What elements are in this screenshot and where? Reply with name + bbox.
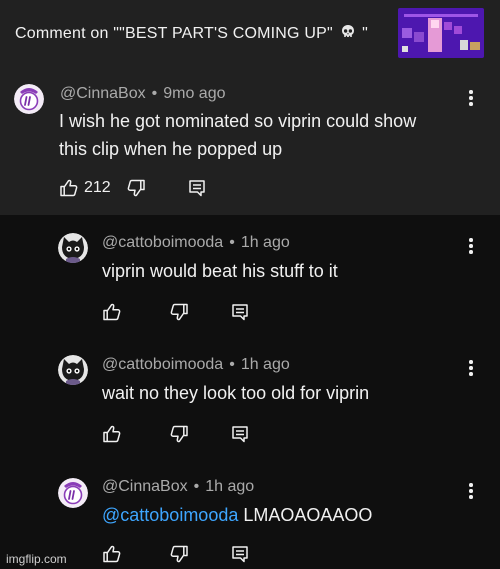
comment-time[interactable]: 1h ago	[241, 356, 290, 373]
comment-actions	[102, 424, 252, 446]
comment-text: @cattoboimooda LMAOAOAAOO	[102, 501, 372, 529]
reply-icon[interactable]	[230, 544, 250, 564]
comment-line: wait no they look too old for viprin	[102, 383, 370, 403]
comment-line: LMAOAOAAOO	[238, 505, 373, 525]
title-text: Comment on ""BEST PART'S COMING UP"	[15, 25, 333, 42]
author-name[interactable]: @cattoboimooda	[102, 356, 223, 373]
separator-dot: •	[151, 85, 158, 102]
separator-dot: •	[193, 478, 200, 495]
comment-meta: @cattoboimooda • 1h ago	[102, 356, 290, 374]
avatar[interactable]	[58, 478, 88, 508]
comment-meta: @cattoboimooda • 1h ago	[102, 234, 290, 252]
comment-text: I wish he got nominated so viprin could …	[59, 107, 416, 163]
page-title: Comment on ""BEST PART'S COMING UP" "	[15, 24, 368, 43]
thumbs-up-icon[interactable]	[102, 424, 122, 444]
separator-dot: •	[229, 234, 235, 251]
comment-actions: 212	[59, 178, 219, 200]
comment-actions	[102, 302, 252, 324]
thumbnail-image	[398, 8, 484, 58]
comment-line: I wish he got nominated so viprin could …	[59, 111, 417, 131]
thumbs-down-icon[interactable]	[126, 178, 146, 198]
reply-icon[interactable]	[230, 302, 250, 322]
reply-icon[interactable]	[187, 178, 207, 198]
cinnabox-avatar-icon	[58, 478, 88, 508]
user-mention-link[interactable]: @cattoboimooda	[102, 505, 238, 525]
author-name[interactable]: @CinnaBox	[60, 85, 146, 102]
title-suffix: "	[362, 25, 369, 42]
author-name[interactable]: @CinnaBox	[102, 478, 188, 495]
like-count: 212	[84, 179, 111, 196]
more-options-icon[interactable]	[468, 360, 474, 376]
video-thumbnail[interactable]	[398, 8, 484, 58]
cinnabox-avatar-icon	[14, 84, 44, 114]
thumbs-down-icon[interactable]	[169, 544, 189, 564]
cattoboimooda-avatar-icon	[58, 233, 88, 263]
comment-actions	[102, 544, 252, 566]
avatar[interactable]	[58, 233, 88, 263]
more-options-icon[interactable]	[468, 238, 474, 254]
more-options-icon[interactable]	[468, 483, 474, 499]
comment-line: this clip when he popped up	[59, 139, 283, 159]
cattoboimooda-avatar-icon	[58, 355, 88, 385]
comment-time[interactable]: 1h ago	[241, 234, 290, 251]
thumbs-up-icon[interactable]	[59, 178, 79, 198]
more-options-icon[interactable]	[468, 90, 474, 106]
comment-meta: @CinnaBox • 9mo ago	[60, 85, 226, 103]
comment-meta: @CinnaBox • 1h ago	[102, 478, 254, 496]
comment-text: wait no they look too old for viprin	[102, 379, 369, 407]
thumbs-up-icon[interactable]	[102, 302, 122, 322]
comment-time[interactable]: 9mo ago	[163, 85, 225, 102]
comment-time[interactable]: 1h ago	[205, 478, 254, 495]
separator-dot: •	[229, 356, 235, 373]
thumbs-down-icon[interactable]	[169, 424, 189, 444]
watermark: imgflip.com	[6, 552, 67, 566]
thumbs-down-icon[interactable]	[169, 302, 189, 322]
avatar[interactable]	[58, 355, 88, 385]
avatar[interactable]	[14, 84, 44, 114]
comment-text: viprin would beat his stuff to it	[102, 257, 338, 285]
comment-line: viprin would beat his stuff to it	[102, 261, 338, 281]
skull-icon	[341, 25, 354, 37]
thumbs-up-icon[interactable]	[102, 544, 122, 564]
author-name[interactable]: @cattoboimooda	[102, 234, 223, 251]
reply-icon[interactable]	[230, 424, 250, 444]
